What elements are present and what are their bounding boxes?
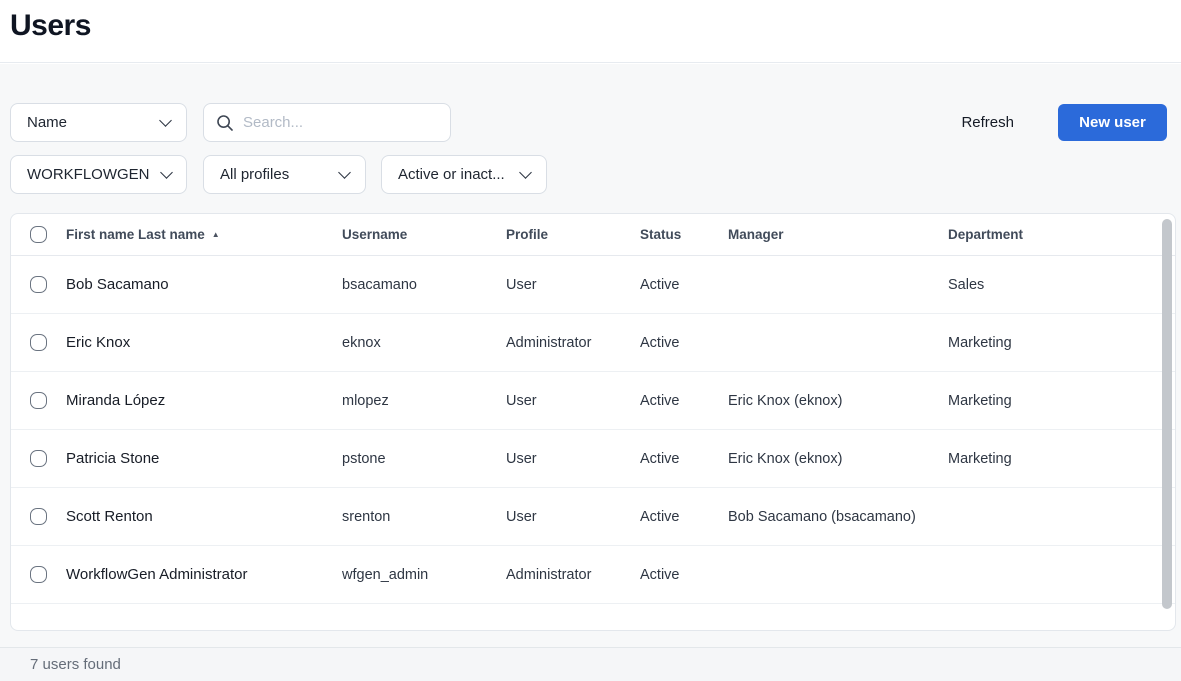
column-header-status[interactable]: Status <box>640 227 728 242</box>
cell-profile: Administrator <box>506 335 640 351</box>
column-header-manager[interactable]: Manager <box>728 227 948 242</box>
search-input[interactable] <box>243 114 438 131</box>
cell-status: Active <box>640 509 728 525</box>
cell-full-name: Scott Renton <box>66 508 342 525</box>
table-row[interactable]: Patricia Stone pstone User Active Eric K… <box>11 430 1175 488</box>
cell-username: eknox <box>342 335 506 351</box>
select-all-checkbox[interactable] <box>30 226 47 243</box>
cell-profile: User <box>506 393 640 409</box>
cell-username: pstone <box>342 451 506 467</box>
cell-profile: User <box>506 277 640 293</box>
column-header-name-label: First name Last name <box>66 227 205 242</box>
cell-username: bsacamano <box>342 277 506 293</box>
table-body: Bob Sacamano bsacamano User Active Sales… <box>11 256 1175 604</box>
cell-department: Marketing <box>948 451 1175 467</box>
search-box[interactable] <box>203 103 451 142</box>
directory-select-value: WORKFLOWGEN <box>27 166 150 183</box>
search-attribute-select-value: Name <box>27 114 67 131</box>
table-row[interactable]: Miranda López mlopez User Active Eric Kn… <box>11 372 1175 430</box>
status-select-value: Active or inact... <box>398 166 505 183</box>
cell-status: Active <box>640 277 728 293</box>
page-footer: 7 users found <box>0 647 1181 681</box>
cell-username: mlopez <box>342 393 506 409</box>
profile-select[interactable]: All profiles <box>203 155 366 194</box>
cell-department: Sales <box>948 277 1175 293</box>
cell-department: Marketing <box>948 335 1175 351</box>
row-checkbox[interactable] <box>30 508 47 525</box>
content-area: Name Refresh New user WORKFLOWGEN All pr… <box>0 64 1181 647</box>
column-header-name[interactable]: First name Last name ▲ <box>66 227 342 242</box>
toolbar-row-1: Name Refresh New user <box>10 103 1167 142</box>
toolbar-row-2: WORKFLOWGEN All profiles Active or inact… <box>10 155 547 194</box>
row-checkbox[interactable] <box>30 450 47 467</box>
chevron-down-icon <box>519 166 532 179</box>
table-row[interactable]: Eric Knox eknox Administrator Active Mar… <box>11 314 1175 372</box>
table-row[interactable]: Scott Renton srenton User Active Bob Sac… <box>11 488 1175 546</box>
cell-status: Active <box>640 451 728 467</box>
cell-full-name: Bob Sacamano <box>66 276 342 293</box>
refresh-button[interactable]: Refresh <box>957 106 1018 139</box>
row-checkbox[interactable] <box>30 566 47 583</box>
chevron-down-icon <box>159 114 172 127</box>
cell-full-name: WorkflowGen Administrator <box>66 566 342 583</box>
cell-manager: Eric Knox (eknox) <box>728 393 948 409</box>
cell-profile: User <box>506 509 640 525</box>
chevron-down-icon <box>160 166 173 179</box>
cell-profile: User <box>506 451 640 467</box>
users-table: First name Last name ▲ Username Profile S… <box>10 213 1176 631</box>
page-title: Users <box>10 9 1181 43</box>
cell-manager: Bob Sacamano (bsacamano) <box>728 509 948 525</box>
cell-username: srenton <box>342 509 506 525</box>
sort-ascending-icon: ▲ <box>212 230 220 239</box>
cell-status: Active <box>640 393 728 409</box>
chevron-down-icon <box>338 166 351 179</box>
cell-full-name: Eric Knox <box>66 334 342 351</box>
cell-status: Active <box>640 567 728 583</box>
cell-username: wfgen_admin <box>342 567 506 583</box>
search-attribute-select[interactable]: Name <box>10 103 187 142</box>
cell-profile: Administrator <box>506 567 640 583</box>
user-count-text: 7 users found <box>30 656 121 673</box>
table-row[interactable]: Bob Sacamano bsacamano User Active Sales <box>11 256 1175 314</box>
table-header-row: First name Last name ▲ Username Profile S… <box>11 214 1175 256</box>
cell-status: Active <box>640 335 728 351</box>
status-select[interactable]: Active or inact... <box>381 155 547 194</box>
column-header-profile[interactable]: Profile <box>506 227 640 242</box>
search-icon <box>216 114 234 132</box>
cell-full-name: Miranda López <box>66 392 342 409</box>
table-scrollbar[interactable] <box>1162 219 1172 609</box>
row-checkbox[interactable] <box>30 334 47 351</box>
directory-select[interactable]: WORKFLOWGEN <box>10 155 187 194</box>
column-header-username[interactable]: Username <box>342 227 506 242</box>
page-header: Users <box>0 0 1181 63</box>
profile-select-value: All profiles <box>220 166 289 183</box>
new-user-button[interactable]: New user <box>1058 104 1167 141</box>
row-checkbox[interactable] <box>30 392 47 409</box>
cell-full-name: Patricia Stone <box>66 450 342 467</box>
row-checkbox[interactable] <box>30 276 47 293</box>
cell-manager: Eric Knox (eknox) <box>728 451 948 467</box>
cell-department: Marketing <box>948 393 1175 409</box>
column-header-department[interactable]: Department <box>948 227 1175 242</box>
table-row[interactable]: WorkflowGen Administrator wfgen_admin Ad… <box>11 546 1175 604</box>
